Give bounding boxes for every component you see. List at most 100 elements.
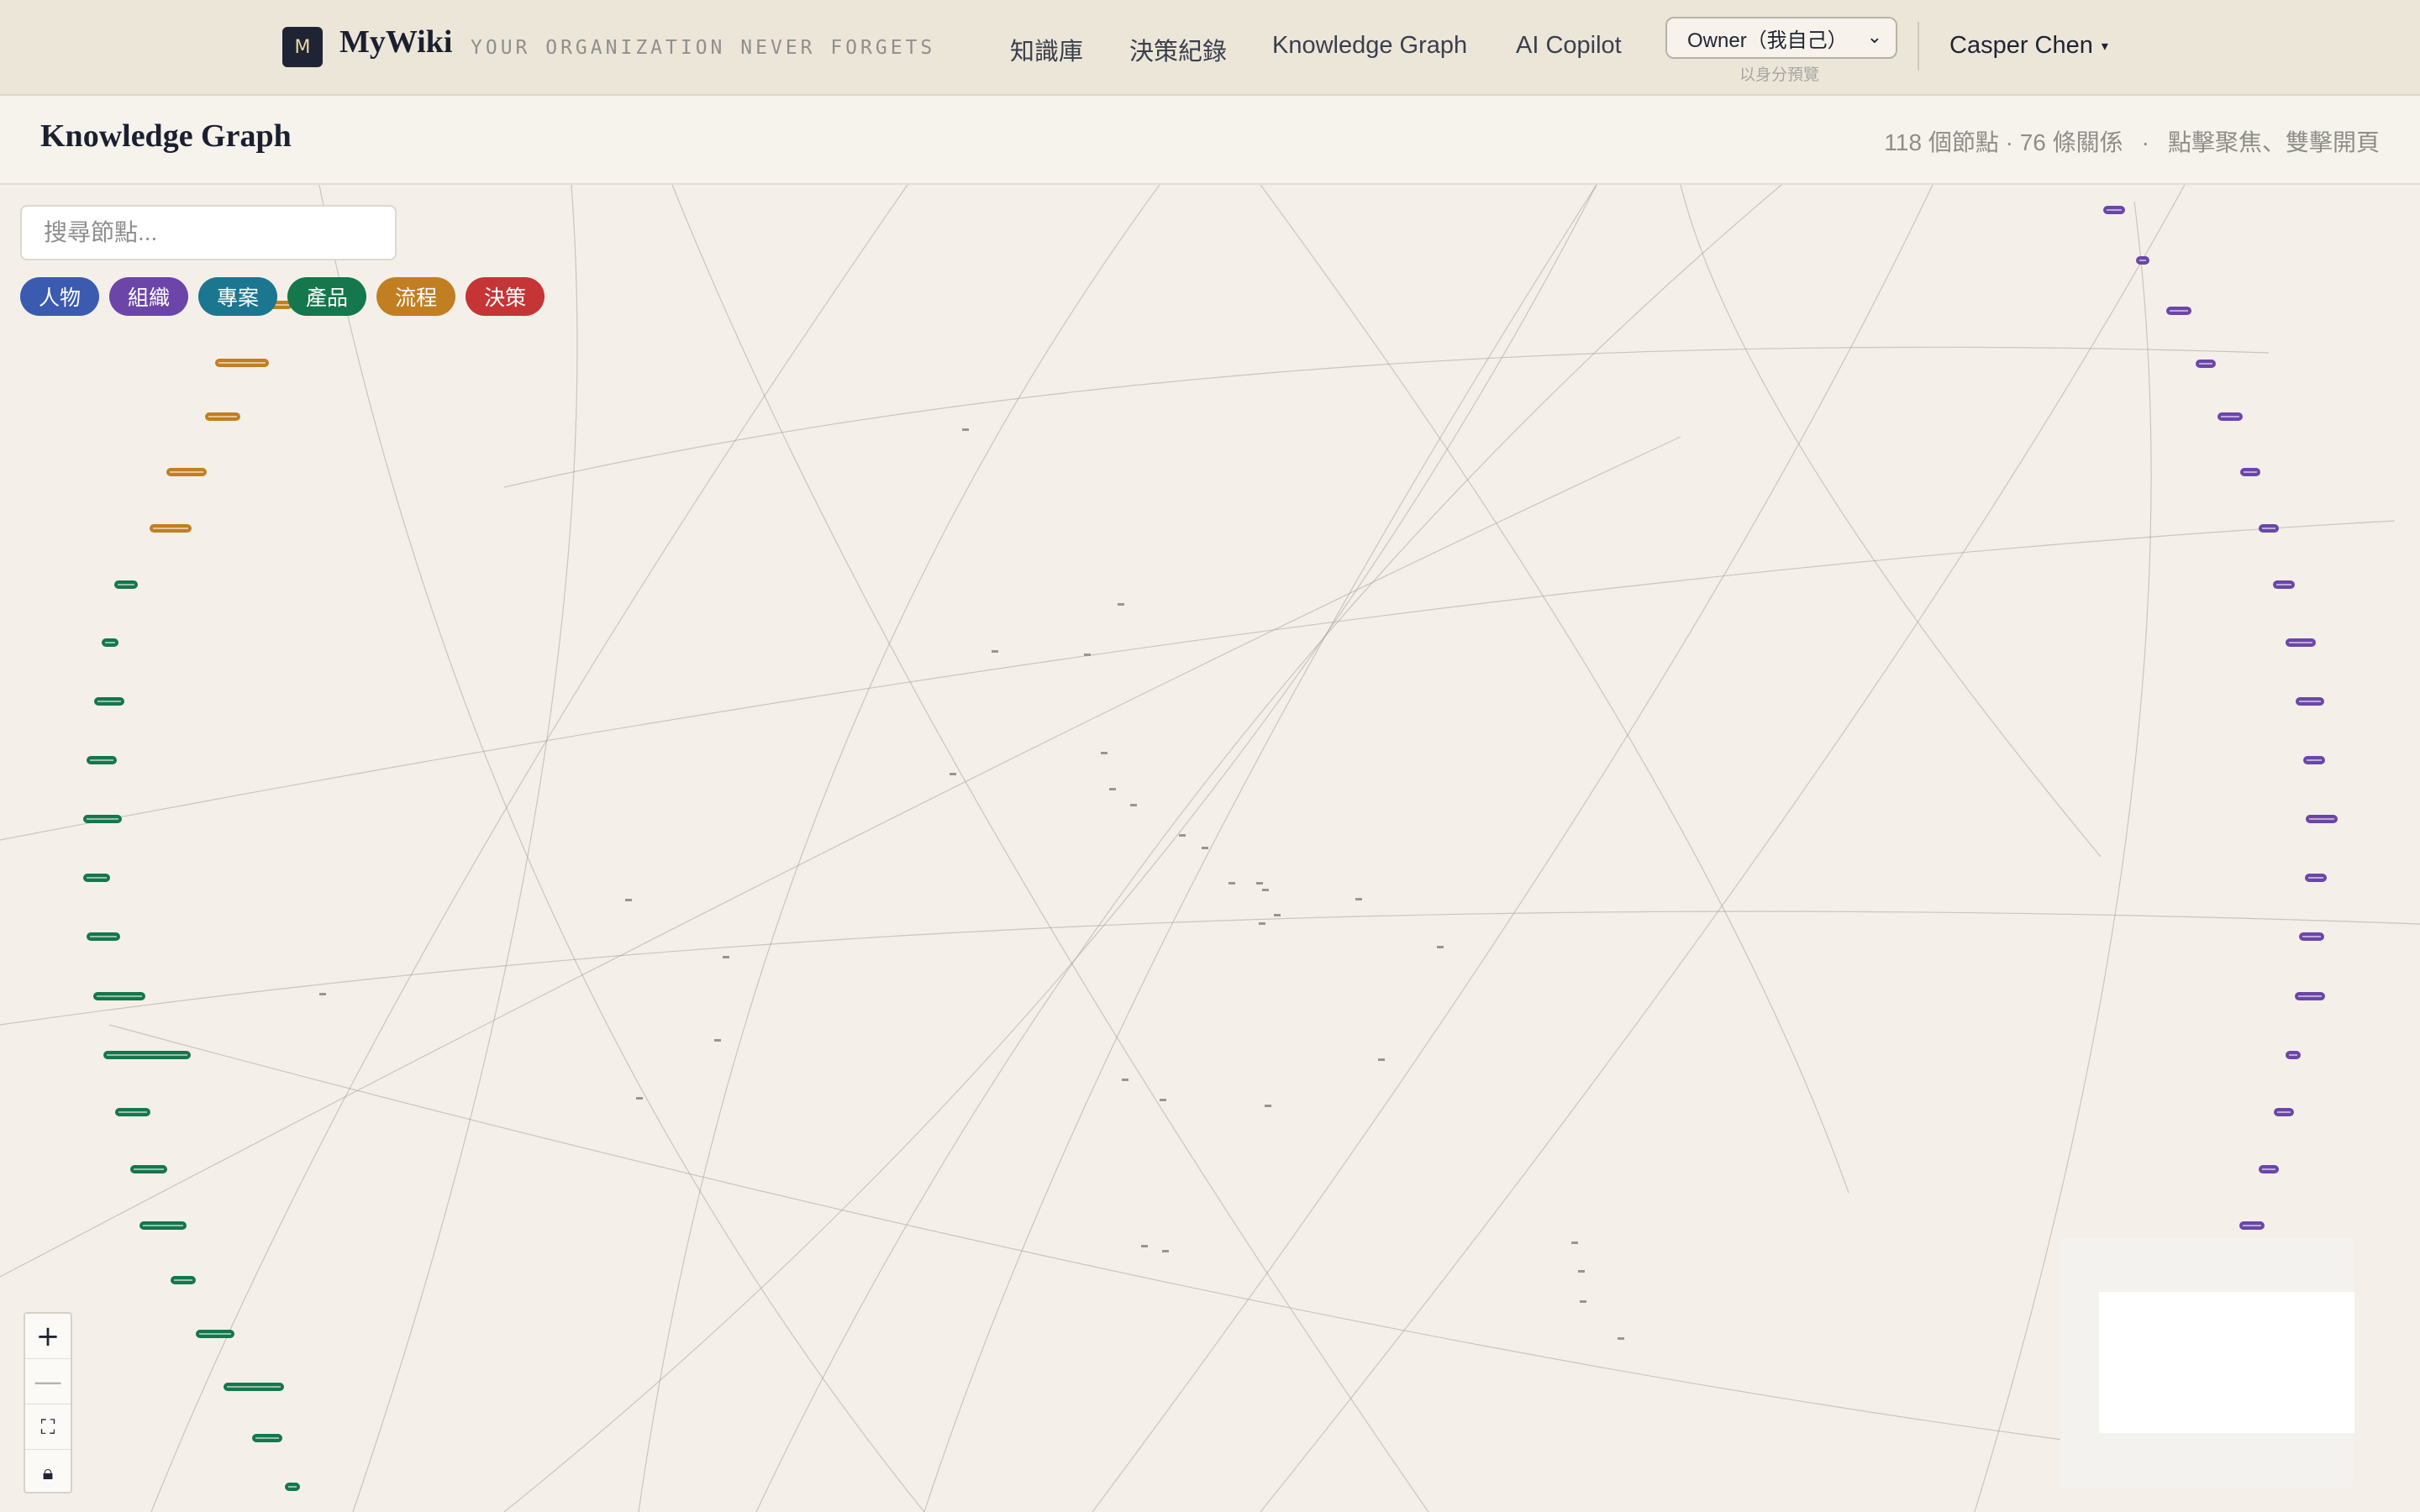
edge-label xyxy=(1118,603,1124,606)
edge-label xyxy=(1202,847,1208,849)
graph-node-label xyxy=(2107,209,2122,211)
graph-node-label xyxy=(2308,877,2323,879)
search-node-input[interactable] xyxy=(20,205,397,260)
edge-label xyxy=(714,1039,721,1042)
fit-view-button[interactable]: ⛶ xyxy=(25,1404,71,1450)
edge-label xyxy=(1101,752,1107,754)
nav-decision-records[interactable]: 決策紀錄 xyxy=(1129,32,1227,67)
edge-label xyxy=(1109,788,1116,790)
graph-node-label xyxy=(90,759,113,761)
nav-knowledge-base[interactable]: 知識庫 xyxy=(1010,32,1083,67)
user-menu[interactable]: Casper Chen ▾ xyxy=(1949,32,2108,60)
graph-edge xyxy=(638,185,1160,1512)
graph-node-label xyxy=(90,936,117,937)
graph-node-label xyxy=(255,1437,279,1439)
graph-node-label xyxy=(2298,995,2322,997)
filter-project[interactable]: 專案 xyxy=(198,277,278,316)
edge-label xyxy=(1262,889,1269,891)
header-divider xyxy=(1918,22,1919,71)
edge-label xyxy=(1084,654,1091,656)
zoom-out-button[interactable]: — xyxy=(25,1359,71,1404)
edge-label xyxy=(992,650,998,653)
node-edge-count: 118 個節點 · 76 條關係 xyxy=(1884,129,2123,155)
graph-edge xyxy=(108,1024,2102,1446)
graph-node-label xyxy=(208,416,237,417)
graph-node-label xyxy=(87,818,118,820)
edge-label xyxy=(1578,1270,1585,1273)
graph-node-label xyxy=(2277,1111,2291,1113)
edge-label xyxy=(1580,1300,1586,1303)
graph-edge xyxy=(352,185,578,1512)
edge-label xyxy=(1179,834,1186,837)
graph-node-label xyxy=(2244,471,2257,473)
graph-node-label xyxy=(2299,701,2321,702)
edge-label xyxy=(1378,1058,1385,1061)
node-type-filters: 人物 組織 專案 產品 流程 決策 xyxy=(20,277,545,316)
edge-label xyxy=(1437,946,1444,948)
logo-icon[interactable]: M xyxy=(282,27,323,67)
graph-node-label xyxy=(2243,1225,2261,1226)
graph-node-label xyxy=(134,1168,164,1170)
edge-label xyxy=(1122,1079,1128,1081)
edge-label xyxy=(1162,1250,1169,1252)
chevron-down-icon: ⌄ xyxy=(1866,27,1882,48)
minimap-viewport[interactable] xyxy=(2099,1292,2354,1433)
nav-ai-copilot[interactable]: AI Copilot xyxy=(1516,32,1622,60)
graph-node-label xyxy=(199,1333,231,1335)
graph-edges xyxy=(0,185,2420,1512)
graph-edge xyxy=(1260,185,1849,1194)
top-navigation-bar: M MyWiki YOUR ORGANIZATION NEVER FORGETS… xyxy=(0,0,2420,96)
edge-label xyxy=(950,773,956,775)
graph-node-label xyxy=(2289,642,2312,643)
graph-node-label xyxy=(87,877,107,879)
zoom-controls: + — ⛶ 🔒︎ xyxy=(24,1312,72,1494)
brand-tagline: YOUR ORGANIZATION NEVER FORGETS xyxy=(471,37,936,59)
edge-label xyxy=(1355,898,1362,900)
graph-edge xyxy=(923,185,1597,1512)
graph-node-label xyxy=(105,642,115,643)
interaction-hint: 點擊聚焦、雙擊開頁 xyxy=(2167,129,2380,155)
edge-label xyxy=(1571,1242,1578,1244)
graph-edge xyxy=(755,185,1782,1512)
graph-node-label xyxy=(2221,416,2239,417)
zoom-in-button[interactable]: + xyxy=(25,1314,71,1359)
edge-label xyxy=(1228,882,1235,885)
nav-knowledge-graph[interactable]: Knowledge Graph xyxy=(1272,32,1467,60)
filter-process[interactable]: 流程 xyxy=(376,277,456,316)
graph-node-label xyxy=(97,701,121,702)
edge-label xyxy=(962,428,969,431)
role-select-value: Owner（我自己） xyxy=(1687,29,1848,52)
graph-edge xyxy=(503,185,1597,1512)
graph-edge xyxy=(0,436,1681,1278)
edge-label xyxy=(1160,1099,1166,1101)
graph-stats: 118 個節點 · 76 條關係 · 點擊聚焦、雙擊開頁 xyxy=(1884,124,2380,158)
graph-minimap[interactable] xyxy=(2060,1238,2354,1487)
edge-label xyxy=(625,899,632,901)
graph-node-label xyxy=(143,1225,183,1226)
edge-label xyxy=(1141,1245,1148,1247)
filter-product[interactable]: 產品 xyxy=(287,277,367,316)
filter-organization[interactable]: 組織 xyxy=(109,277,189,316)
filter-decision[interactable]: 決策 xyxy=(466,277,545,316)
edge-label xyxy=(1618,1337,1624,1340)
graph-node-label xyxy=(2276,584,2291,585)
graph-node-label xyxy=(2262,528,2275,529)
filter-person[interactable]: 人物 xyxy=(20,277,100,316)
separator-dot: · xyxy=(2141,129,2149,155)
graph-edge xyxy=(503,346,2270,488)
graph-node-label xyxy=(153,528,188,529)
graph-edge xyxy=(1092,185,1933,1512)
user-name: Casper Chen xyxy=(1949,32,2093,59)
graph-edge xyxy=(1680,185,2102,858)
edge-label xyxy=(1130,804,1137,806)
edge-label xyxy=(636,1097,643,1100)
chevron-down-icon: ▾ xyxy=(2101,38,2108,54)
lock-icon[interactable]: 🔒︎ xyxy=(25,1450,71,1494)
edge-label xyxy=(319,993,326,995)
graph-node-label xyxy=(2170,310,2188,312)
graph-edge xyxy=(1260,185,2186,1512)
knowledge-graph-canvas[interactable] xyxy=(0,185,2420,1512)
brand-name[interactable]: MyWiki xyxy=(339,24,452,60)
role-preview-select[interactable]: Owner（我自己） ⌄ xyxy=(1665,17,1897,59)
graph-node-label xyxy=(118,584,134,585)
